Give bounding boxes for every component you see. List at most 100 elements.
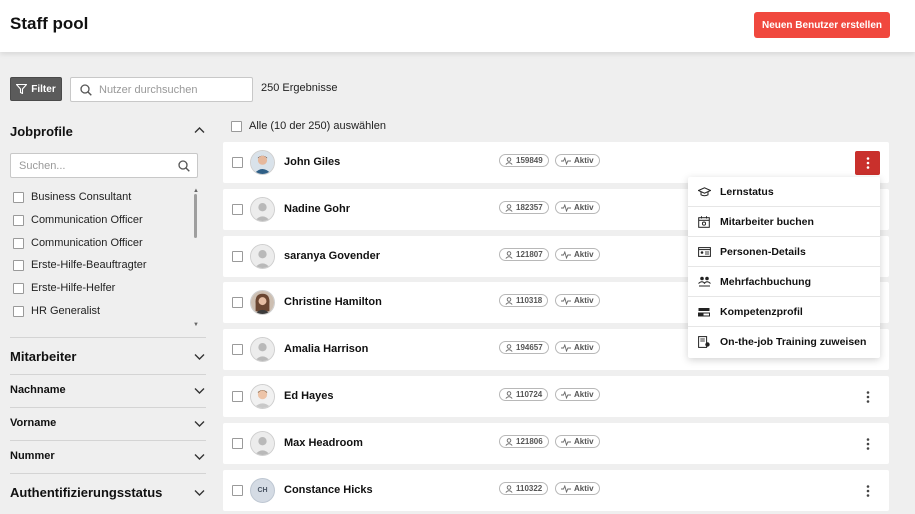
jobprofile-item[interactable]: Communication Officer bbox=[13, 237, 143, 249]
select-all[interactable]: Alle (10 der 250) auswählen bbox=[231, 120, 386, 132]
activity-pulse-icon bbox=[561, 203, 571, 212]
row-checkbox[interactable] bbox=[232, 251, 243, 262]
menu-item-mehrfachbuchung[interactable]: Mehrfachbuchung bbox=[688, 267, 880, 297]
person-placeholder-icon bbox=[251, 198, 274, 221]
search-icon bbox=[80, 84, 92, 96]
create-user-button[interactable]: Neuen Benutzer erstellen bbox=[754, 12, 890, 38]
avatar bbox=[250, 384, 275, 409]
photo-icon bbox=[251, 385, 274, 408]
activity-pulse-icon bbox=[561, 484, 571, 493]
checkbox[interactable] bbox=[13, 259, 24, 271]
jobprofile-item[interactable]: HR Generalist bbox=[13, 305, 100, 317]
photo-icon bbox=[251, 291, 274, 314]
row-name: John Giles bbox=[284, 156, 341, 168]
jobprofile-item[interactable]: Business Consultant bbox=[13, 191, 131, 203]
photo-icon bbox=[251, 151, 274, 174]
chevron-down-icon[interactable] bbox=[194, 453, 205, 461]
jobprofile-search-box bbox=[10, 153, 198, 178]
employee-id-badge: 110724 bbox=[499, 388, 549, 401]
more-vertical-icon bbox=[866, 438, 869, 450]
select-all-checkbox[interactable] bbox=[231, 120, 242, 132]
person-icon bbox=[505, 343, 513, 352]
result-count: 250 Ergebnisse bbox=[261, 82, 338, 94]
activity-pulse-icon bbox=[561, 250, 571, 259]
status-badge: Aktiv bbox=[555, 388, 600, 401]
nachname-section-title[interactable]: Nachname bbox=[10, 384, 66, 396]
employee-id-badge: 110322 bbox=[499, 482, 549, 495]
chevron-up-icon[interactable] bbox=[194, 126, 205, 134]
filter-button[interactable]: Filter bbox=[10, 77, 62, 101]
jobprofile-item[interactable]: Erste-Hilfe-Helfer bbox=[13, 282, 115, 294]
status-badge: Aktiv bbox=[555, 154, 600, 167]
more-vertical-icon bbox=[866, 485, 869, 497]
scroll-down-arrow-icon[interactable]: ▼ bbox=[193, 322, 199, 328]
checkbox[interactable] bbox=[13, 191, 24, 203]
menu-item-lernstatus[interactable]: Lernstatus bbox=[688, 177, 880, 207]
status-badge: Aktiv bbox=[555, 248, 600, 261]
auth-status-section-title[interactable]: Authentifizierungsstatus bbox=[10, 485, 162, 500]
row-name: Amalia Harrison bbox=[284, 343, 369, 355]
avatar bbox=[250, 290, 275, 315]
group-icon bbox=[697, 276, 711, 287]
more-vertical-icon bbox=[866, 157, 869, 169]
row-checkbox[interactable] bbox=[232, 438, 243, 449]
employee-id-badge: 182357 bbox=[499, 201, 549, 214]
avatar: CH bbox=[250, 478, 275, 503]
row-name: Constance Hicks bbox=[284, 484, 373, 496]
user-search-input[interactable] bbox=[99, 81, 249, 99]
avatar bbox=[250, 150, 275, 175]
chevron-down-icon[interactable] bbox=[194, 489, 205, 497]
table-row[interactable]: Ed Hayes 110724 Aktiv bbox=[223, 376, 889, 417]
row-checkbox[interactable] bbox=[232, 391, 243, 402]
divider bbox=[10, 337, 206, 338]
row-actions-button[interactable] bbox=[855, 479, 880, 503]
employee-id-badge: 121806 bbox=[499, 435, 549, 448]
row-checkbox[interactable] bbox=[232, 344, 243, 355]
avatar bbox=[250, 244, 275, 269]
person-icon bbox=[505, 203, 513, 212]
menu-item-on-the-job-training[interactable]: On-the-job Training zuweisen bbox=[688, 327, 880, 357]
activity-pulse-icon bbox=[561, 343, 571, 352]
graduation-cap-icon bbox=[697, 186, 711, 196]
jobprofile-item[interactable]: Communication Officer bbox=[13, 214, 143, 226]
chevron-down-icon[interactable] bbox=[194, 353, 205, 361]
nummer-section-title[interactable]: Nummer bbox=[10, 450, 55, 462]
chevron-down-icon[interactable] bbox=[194, 387, 205, 395]
page-header: Staff pool Neuen Benutzer erstellen bbox=[0, 0, 915, 52]
row-checkbox[interactable] bbox=[232, 297, 243, 308]
checkbox[interactable] bbox=[13, 214, 24, 226]
mitarbeiter-section-title[interactable]: Mitarbeiter bbox=[10, 349, 76, 364]
more-vertical-icon bbox=[866, 391, 869, 403]
person-placeholder-icon bbox=[251, 432, 274, 455]
vorname-section-title[interactable]: Vorname bbox=[10, 417, 56, 429]
table-row[interactable]: Max Headroom 121806 Aktiv bbox=[223, 423, 889, 464]
row-name: Ed Hayes bbox=[284, 390, 334, 402]
status-badge: Aktiv bbox=[555, 294, 600, 307]
person-icon bbox=[505, 484, 513, 493]
jobprofile-item[interactable]: Erste-Hilfe-Beauftragter bbox=[13, 259, 147, 271]
row-checkbox[interactable] bbox=[232, 485, 243, 496]
menu-item-personen-details[interactable]: Personen-Details bbox=[688, 237, 880, 267]
row-actions-button[interactable] bbox=[855, 432, 880, 456]
avatar-initials: CH bbox=[257, 487, 268, 494]
activity-pulse-icon bbox=[561, 296, 571, 305]
checkbox[interactable] bbox=[13, 237, 24, 249]
row-checkbox[interactable] bbox=[232, 157, 243, 168]
jobprofile-section-title[interactable]: Jobprofile bbox=[10, 124, 73, 139]
person-icon bbox=[505, 437, 513, 446]
checkbox[interactable] bbox=[13, 305, 24, 317]
chevron-down-icon[interactable] bbox=[194, 420, 205, 428]
jobprofile-search-input[interactable] bbox=[19, 157, 169, 175]
table-row[interactable]: CH Constance Hicks 110322 Aktiv bbox=[223, 470, 889, 511]
divider bbox=[10, 473, 206, 474]
menu-item-mitarbeiter-buchen[interactable]: Mitarbeiter buchen bbox=[688, 207, 880, 237]
row-name: Nadine Gohr bbox=[284, 203, 351, 215]
row-checkbox[interactable] bbox=[232, 204, 243, 215]
row-actions-button[interactable] bbox=[855, 385, 880, 409]
checkbox[interactable] bbox=[13, 282, 24, 294]
scrollbar-thumb[interactable] bbox=[194, 194, 197, 238]
person-placeholder-icon bbox=[251, 338, 274, 361]
jobprofile-scrollbar[interactable]: ▲ ▼ bbox=[193, 188, 199, 328]
menu-item-kompetenzprofil[interactable]: Kompetenzprofil bbox=[688, 297, 880, 327]
row-actions-button[interactable] bbox=[855, 151, 880, 175]
